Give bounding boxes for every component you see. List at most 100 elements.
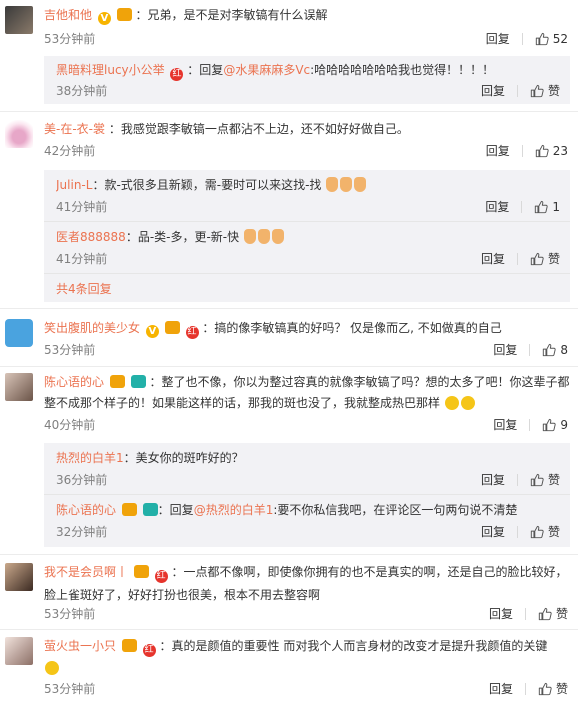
- thumb-up-icon: [538, 607, 552, 621]
- reply-button[interactable]: 回复: [481, 82, 505, 99]
- like-count: 赞: [547, 473, 560, 487]
- reply-button[interactable]: 回复: [486, 142, 510, 159]
- reply-button[interactable]: 回复: [493, 416, 517, 433]
- comment-time: 53分钟前: [44, 607, 96, 621]
- comment-time: 53分钟前: [44, 682, 96, 696]
- reply-button[interactable]: 回复: [489, 605, 513, 622]
- reply-list: 热烈的白羊1：美女你的斑咋好的？ 36分钟前 回复 赞 陈心语的心 ：回复@热烈…: [44, 443, 570, 547]
- level-badge-icon: 红: [185, 326, 199, 339]
- reply-item: 陈心语的心 ：回复@热烈的白羊1:要不你私信我吧，在评论区一句两句说不清楚 32…: [44, 495, 570, 547]
- reply-username[interactable]: Julin-L: [56, 178, 92, 192]
- comment-username[interactable]: 陈心语的心: [44, 375, 104, 389]
- thumb-up-icon: [535, 144, 549, 158]
- comment-username[interactable]: 美-在-衣-裳: [44, 122, 105, 136]
- divider: [529, 418, 531, 431]
- member-badge-icon: [164, 321, 180, 334]
- thumb-up-icon: [530, 473, 544, 487]
- divider: [524, 682, 526, 695]
- reply-time: 38分钟前: [56, 84, 108, 98]
- avatar[interactable]: [5, 319, 33, 347]
- divider: [516, 84, 518, 97]
- divider: [521, 200, 523, 213]
- verified-badge-icon: V: [97, 12, 111, 25]
- divider: [516, 525, 518, 538]
- reply-username[interactable]: 黑暗料理lucy小公举: [56, 63, 165, 77]
- reply-time: 41分钟前: [56, 200, 108, 214]
- reply-username[interactable]: 热烈的白羊1: [56, 451, 124, 465]
- member-badge-icon: [121, 639, 137, 652]
- like-count: 8: [560, 342, 568, 357]
- comment-time: 42分钟前: [44, 144, 96, 158]
- like-count: 52: [552, 31, 568, 46]
- avatar[interactable]: [5, 563, 33, 591]
- reply-item: Julin-L：款-式很多且新颖，需-要时可以来这找-找 41分钟前 回复 1: [44, 170, 570, 222]
- reply-time: 41分钟前: [56, 252, 108, 266]
- like-button[interactable]: 赞: [538, 680, 568, 697]
- like-button[interactable]: 23: [535, 144, 568, 158]
- level-badge-icon: 红: [170, 68, 184, 81]
- like-count: 9: [560, 417, 568, 432]
- reply-button[interactable]: 回复: [481, 471, 505, 488]
- level-badge-icon: 红: [154, 570, 168, 583]
- thumb-up-icon: [542, 343, 556, 357]
- reply-username[interactable]: 陈心语的心: [56, 503, 116, 517]
- thumb-up-icon: [530, 525, 544, 539]
- reply-button[interactable]: 回复: [486, 30, 510, 47]
- avatar[interactable]: [5, 373, 33, 401]
- victory-hand-emoji-icon: [271, 229, 284, 244]
- reply-text-rest: :要不你私信我吧，在评论区一句两句说不清楚: [273, 503, 518, 517]
- more-replies-row: 共4条回复: [44, 274, 570, 302]
- like-button[interactable]: 52: [535, 32, 568, 46]
- thumb-up-icon: [530, 84, 544, 98]
- avatar[interactable]: [5, 6, 33, 34]
- mention-link[interactable]: @水果麻麻多Vc: [223, 63, 310, 77]
- camera-badge-icon: [130, 375, 146, 388]
- comment-username[interactable]: 吉他和他: [44, 8, 92, 22]
- comment-divider: [0, 111, 578, 112]
- member-badge-icon: [116, 8, 132, 21]
- comment-username[interactable]: 笑出腹肌的美少女: [44, 321, 140, 335]
- comment-text-continued: 整不成那个样子的！如果能这样的话，那我的斑也没了，我就整成热巴那样: [44, 396, 441, 410]
- avatar[interactable]: [5, 637, 33, 665]
- reply-text: ：款-式很多且新颖，需-要时可以来这找-找: [92, 178, 322, 192]
- reply-time: 32分钟前: [56, 525, 108, 539]
- more-replies-link[interactable]: 共4条回复: [56, 280, 112, 298]
- divider: [516, 473, 518, 486]
- like-button[interactable]: 赞: [530, 82, 560, 99]
- like-count: 赞: [555, 607, 568, 621]
- like-count: 1: [552, 199, 560, 214]
- comment-time: 40分钟前: [44, 418, 96, 432]
- comment-username[interactable]: 萤火虫一小只: [44, 639, 116, 653]
- smile-emoji-icon: [460, 396, 475, 410]
- victory-hand-emoji-icon: [340, 177, 353, 192]
- avatar[interactable]: [5, 120, 33, 148]
- comment-username[interactable]: 我不是会员啊丨: [44, 565, 128, 579]
- like-button[interactable]: 赞: [530, 250, 560, 267]
- reply-button[interactable]: 回复: [489, 680, 513, 697]
- reply-list: 黑暗料理lucy小公举 红 ：回复@水果麻麻多Vc:哈哈哈哈哈哈哈我也觉得！！！…: [44, 56, 570, 104]
- reply-item: 医者888888：品-类-多，更-新-快 41分钟前 回复 赞: [44, 222, 570, 274]
- member-badge-icon: [133, 565, 149, 578]
- comment-divider: [0, 554, 578, 555]
- victory-hand-emoji-icon: [257, 229, 270, 244]
- reply-button[interactable]: 回复: [485, 198, 509, 215]
- like-button[interactable]: 赞: [530, 471, 560, 488]
- reply-button[interactable]: 回复: [493, 341, 517, 358]
- like-button[interactable]: 1: [534, 200, 560, 214]
- reply-text: ：回复: [157, 503, 194, 517]
- reply-item: 黑暗料理lucy小公举 红 ：回复@水果麻麻多Vc:哈哈哈哈哈哈哈我也觉得！！！…: [44, 56, 570, 104]
- reply-button[interactable]: 回复: [481, 523, 505, 540]
- like-button[interactable]: 赞: [530, 523, 560, 540]
- divider: [521, 144, 523, 157]
- like-button[interactable]: 9: [542, 418, 568, 432]
- reply-text: ：品-类-多，更-新-快: [125, 230, 240, 244]
- like-button[interactable]: 赞: [538, 605, 568, 622]
- comment-text: ：兄弟，是不是对李敏镐有什么误解: [135, 8, 328, 22]
- comment-text: ：整了也不像，你以为整过容真的就像李敏镐了吗？想的太多了吧！你这辈子都: [149, 375, 570, 389]
- member-badge-icon: [109, 375, 125, 388]
- reply-text: ：美女你的斑咋好的？: [123, 451, 244, 465]
- like-button[interactable]: 8: [542, 343, 568, 357]
- mention-link[interactable]: @热烈的白羊1: [194, 503, 274, 517]
- reply-username[interactable]: 医者888888: [56, 230, 126, 244]
- reply-button[interactable]: 回复: [481, 250, 505, 267]
